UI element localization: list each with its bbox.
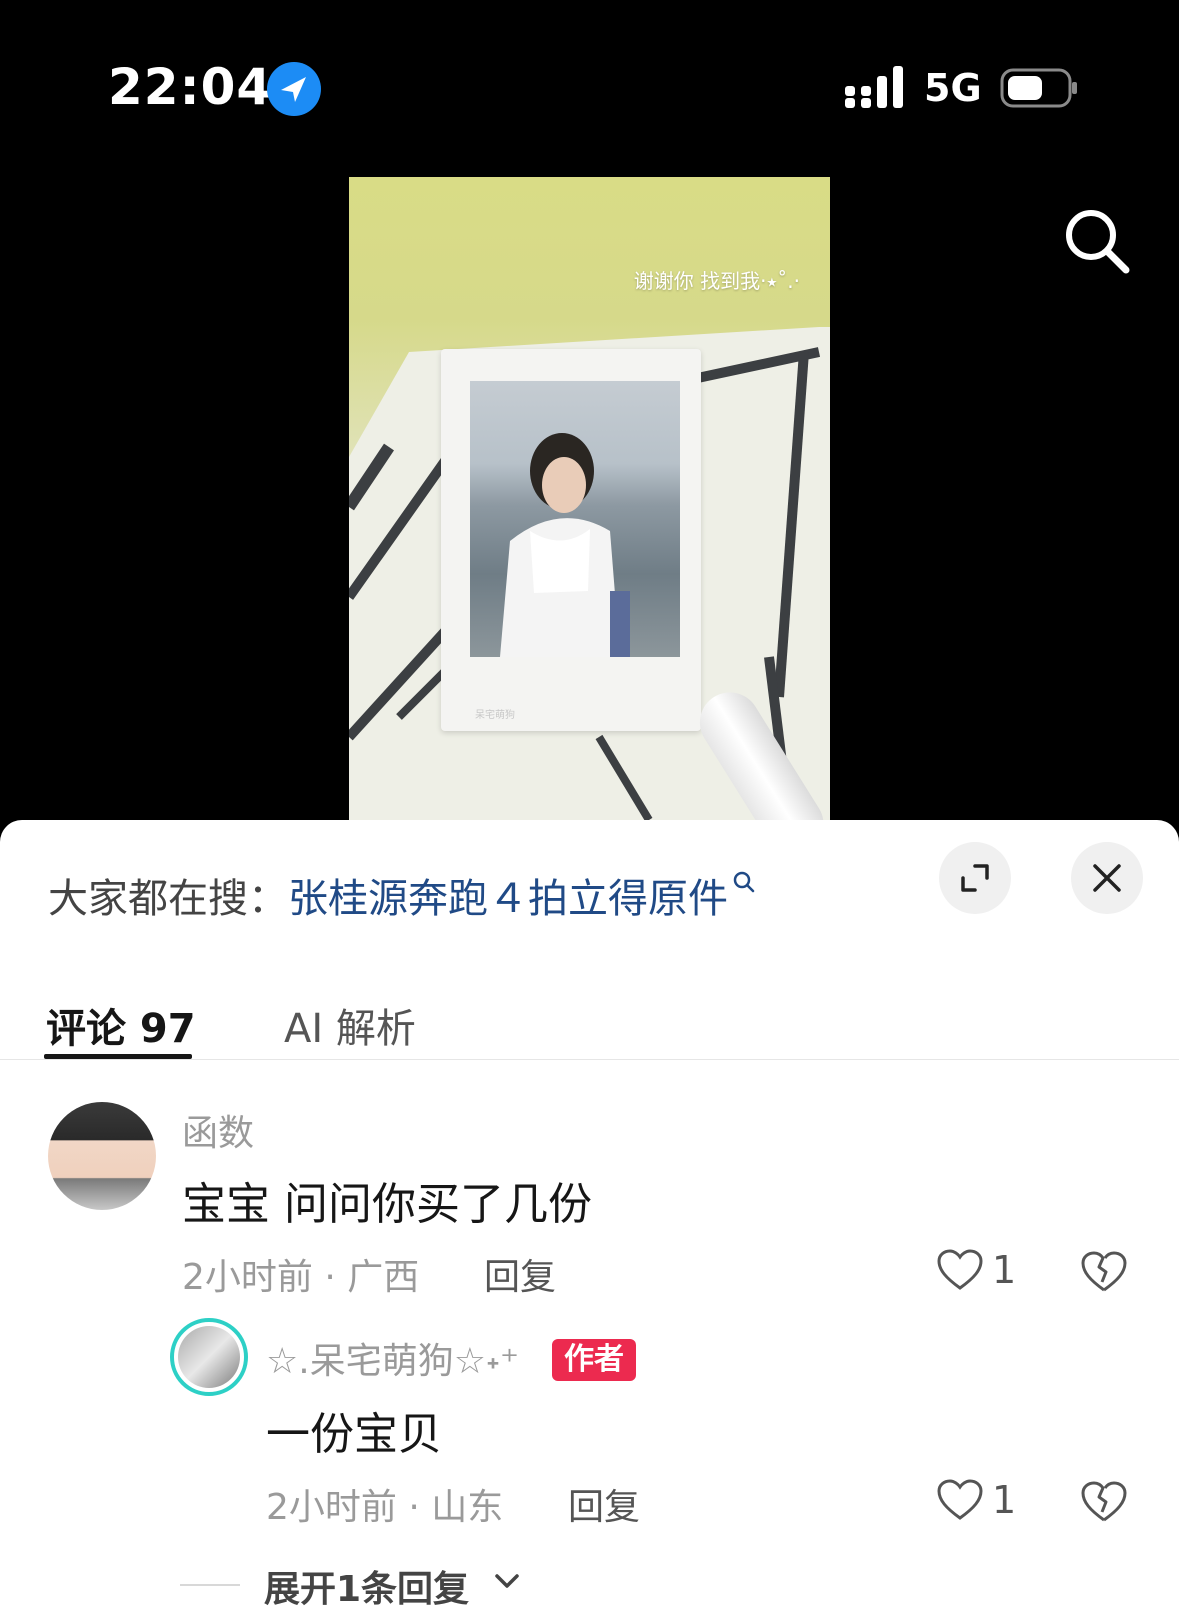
photo-watermark: 呆宅萌狗: [475, 710, 515, 721]
photo-image: [470, 381, 680, 657]
video-overlay-text: 谢谢你 找到我·⭑˚.·: [633, 269, 800, 293]
broken-heart-icon[interactable]: [1080, 1248, 1128, 1294]
close-icon: [1093, 864, 1121, 892]
battery-icon: [1000, 68, 1077, 108]
signal-icon: [845, 66, 903, 108]
comment-text[interactable]: 宝宝 问问你买了几份: [182, 1168, 592, 1232]
comment-username[interactable]: 函数: [182, 1104, 254, 1156]
search-icon[interactable]: [1062, 206, 1132, 276]
location-arrow-icon: [267, 62, 321, 116]
video-frame: 谢谢你 找到我·⭑˚.· 呆宅萌狗: [349, 177, 830, 820]
tab-bar: 评论 97 AI 解析: [0, 970, 1179, 1060]
status-time: 22:04: [108, 58, 273, 116]
tab-comments[interactable]: 评论 97: [46, 996, 196, 1054]
author-badge: 作者: [552, 1339, 636, 1381]
expand-icon: [961, 864, 989, 892]
divider-line: [180, 1584, 240, 1586]
expand-replies-label: 展开1条回复: [264, 1569, 470, 1610]
reply-meta: 2小时前 · 山东: [266, 1487, 504, 1528]
status-bar: 22:04 5G: [0, 0, 1179, 170]
reply-avatar[interactable]: [170, 1318, 248, 1396]
hot-search-banner[interactable]: 大家都在搜：张桂源奔跑４拍立得原件: [48, 866, 756, 924]
reply-like-count: 1: [992, 1478, 1017, 1522]
broken-heart-icon[interactable]: [1080, 1478, 1128, 1524]
reply-text[interactable]: 一份宝贝: [266, 1398, 442, 1462]
tab-ai-analysis[interactable]: AI 解析: [284, 996, 416, 1054]
reply-username[interactable]: ☆.呆宅萌狗☆˖⁺: [266, 1332, 519, 1384]
heart-icon: [937, 1249, 983, 1290]
polaroid-photo: 呆宅萌狗: [441, 349, 701, 731]
close-button[interactable]: [1071, 842, 1143, 914]
network-type: 5G: [924, 66, 982, 110]
heart-icon: [937, 1479, 983, 1520]
hot-search-query[interactable]: 张桂源奔跑４拍立得原件: [288, 876, 728, 922]
hot-search-prefix: 大家都在搜：: [48, 876, 288, 922]
avatar[interactable]: [48, 1102, 156, 1210]
expand-button[interactable]: [939, 842, 1011, 914]
reply-button[interactable]: 回复: [484, 1248, 556, 1300]
like-count: 1: [992, 1248, 1017, 1292]
like-button[interactable]: 1: [936, 1246, 1036, 1296]
reply-like-button[interactable]: 1: [936, 1476, 1036, 1526]
chevron-down-icon: [495, 1574, 519, 1588]
video-player[interactable]: 谢谢你 找到我·⭑˚.· 呆宅萌狗: [0, 170, 1179, 820]
comment-meta: 2小时前 · 广西: [182, 1257, 420, 1298]
comment-sheet: 大家都在搜：张桂源奔跑４拍立得原件 评论 97 AI 解析 函数 宝宝 问问你买…: [0, 820, 1179, 1621]
avatar-image: [178, 1326, 240, 1388]
reply-reply-button[interactable]: 回复: [568, 1478, 640, 1530]
active-tab-indicator: [44, 1054, 192, 1059]
small-search-icon: [733, 871, 755, 893]
